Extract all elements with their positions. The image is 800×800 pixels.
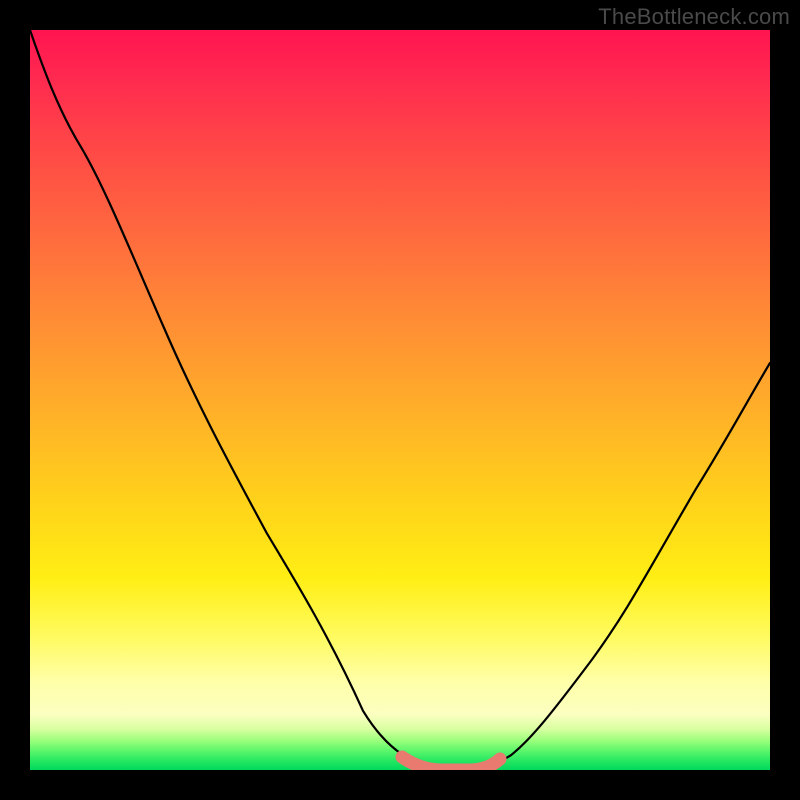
optimal-range-highlight xyxy=(402,757,500,770)
chart-frame: TheBottleneck.com xyxy=(0,0,800,800)
bottleneck-curve xyxy=(30,30,770,770)
plot-area xyxy=(30,30,770,770)
curve-path xyxy=(30,30,770,770)
attribution-text: TheBottleneck.com xyxy=(598,4,790,30)
